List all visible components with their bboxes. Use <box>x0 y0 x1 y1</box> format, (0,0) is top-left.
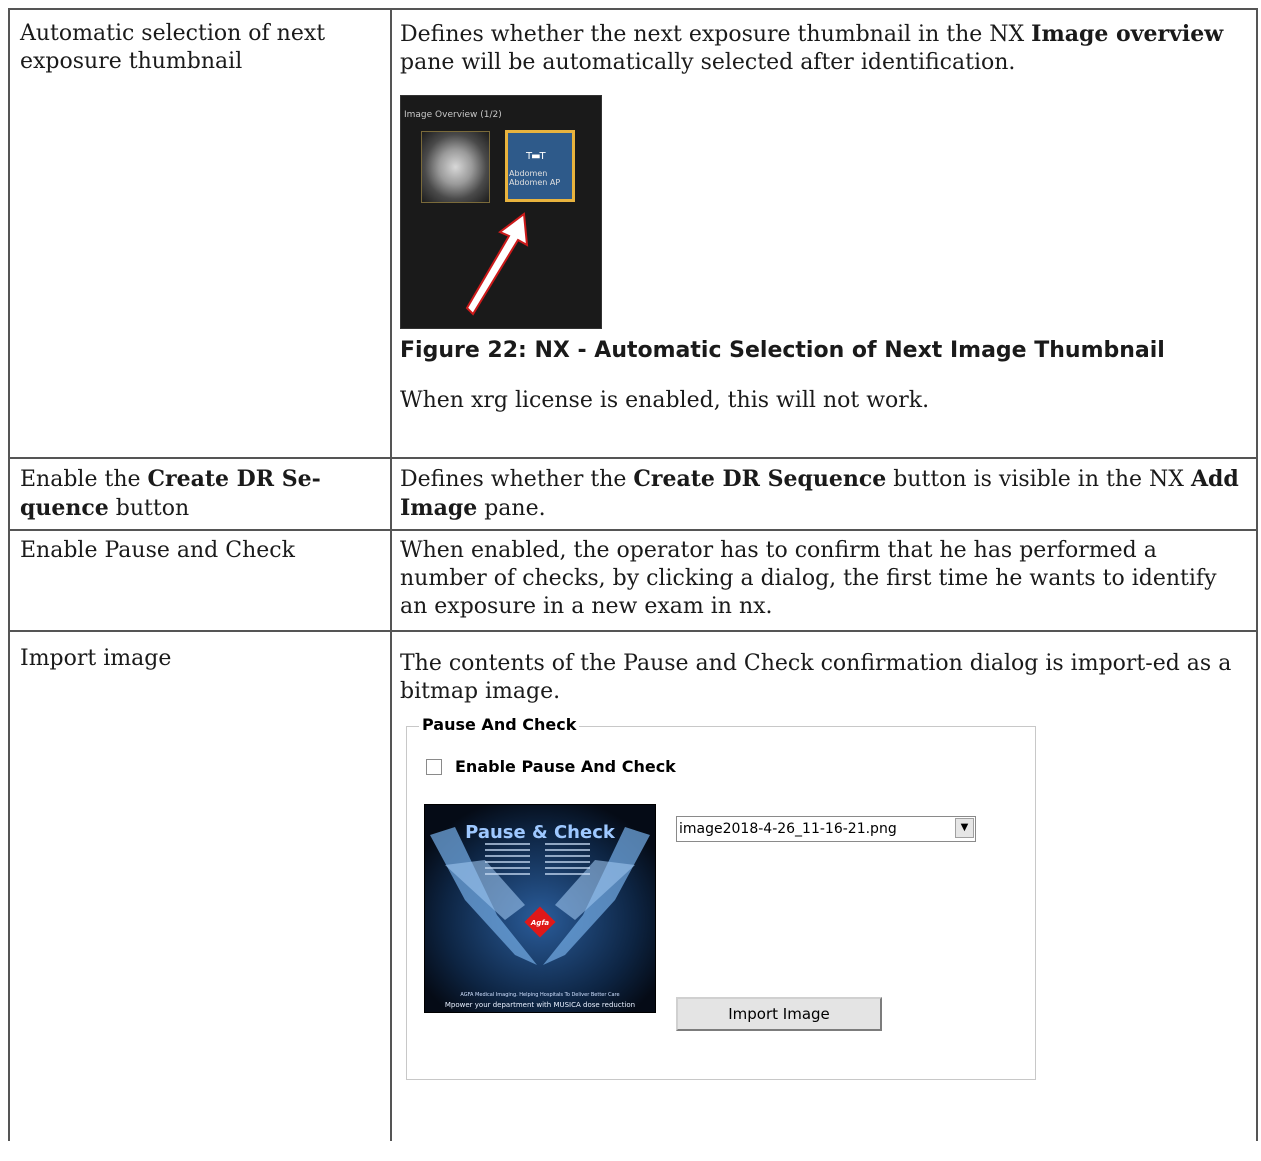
description: When enabled, the operator has to confir… <box>400 538 1217 619</box>
description: Defines whether the next exposure thumbn… <box>400 20 1248 77</box>
import-image-button[interactable]: Import Image <box>676 997 882 1031</box>
bitmap-footer: Mpower your department with MUSICA dose … <box>444 1001 636 1009</box>
checkbox-label: Enable Pause And Check <box>455 757 676 776</box>
setting-name: Import image <box>20 646 172 671</box>
checkbox-box[interactable] <box>426 759 442 775</box>
enable-pause-and-check-checkbox[interactable]: Enable Pause And Check <box>426 753 676 781</box>
group-title: Pause And Check <box>419 715 580 735</box>
description-cell: Defines whether the next exposure thumbn… <box>390 8 1258 459</box>
dropdown-arrow-icon[interactable]: ▼ <box>955 818 974 838</box>
description-text: Defines whether the <box>400 467 634 492</box>
image-file-select[interactable]: image2018-4-26_11-16-21.png ▼ <box>676 816 976 842</box>
description-text: pane will be automatically selected afte… <box>400 50 1016 75</box>
arrow-icon <box>465 212 529 316</box>
setting-name: Automatic selection of next exposure thu… <box>20 21 326 74</box>
pause-and-check-group: Pause And Check Enable Pause And Check A… <box>406 715 1036 1080</box>
description-cell: When enabled, the operator has to confir… <box>390 529 1258 632</box>
table-row: Automatic selection of next exposure thu… <box>8 8 1258 459</box>
description-cell: The contents of the Pause and Check conf… <box>390 630 1258 1141</box>
description: The contents of the Pause and Check conf… <box>400 651 1232 704</box>
settings-table: Automatic selection of next exposure thu… <box>8 8 1258 1141</box>
setting-name: Enable the <box>20 467 148 492</box>
setting-cell: Import image <box>8 630 392 1141</box>
description-text: Defines whether the next exposure thumbn… <box>400 22 1032 47</box>
description-text: pane. <box>477 496 546 521</box>
table-row: Enable the Create DR Se-quence button De… <box>8 457 1258 531</box>
selected-file: image2018-4-26_11-16-21.png <box>679 821 897 837</box>
description-cell: Defines whether the Create DR Sequence b… <box>390 457 1258 531</box>
figure-caption: Figure 22: NX - Automatic Selection of N… <box>400 338 1165 363</box>
bitmap-logo: Agfa <box>530 919 549 927</box>
table-row: Import image The contents of the Pause a… <box>8 630 1258 1141</box>
setting-cell: Enable the Create DR Se-quence button <box>8 457 392 531</box>
bitmap-title: Pause & Check <box>465 822 615 843</box>
note: When xrg license is enabled, this will n… <box>400 388 930 413</box>
pane-name: Image overview <box>1031 21 1224 47</box>
table-row: Enable Pause and Check When enabled, the… <box>8 529 1258 632</box>
setting-cell: Automatic selection of next exposure thu… <box>8 8 392 459</box>
description-text: button is visible in the NX <box>886 467 1191 492</box>
setting-name: Enable Pause and Check <box>20 538 295 563</box>
image-overview-figure: Image Overview (1/2) T▬T Abdomen Abdomen… <box>400 95 602 329</box>
bitmap-preview: Agfa Pause & Check AGFA Medical Imaging.… <box>424 804 656 1013</box>
setting-name: button <box>108 496 190 521</box>
setting-cell: Enable Pause and Check <box>8 529 392 632</box>
button-name: Create DR Sequence <box>633 466 887 492</box>
